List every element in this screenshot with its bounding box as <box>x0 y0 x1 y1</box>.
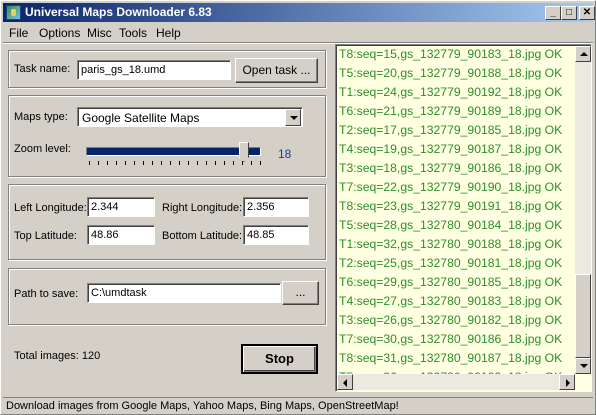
main-window: Universal Maps Downloader 6.83 _ □ ✕ Fil… <box>0 0 596 415</box>
log-line: T7:seq=22,gs_132779_90190_18.jpg OK <box>339 180 563 194</box>
total-images-label: Total images: 120 <box>14 350 101 362</box>
top-latitude-label: Top Latitude: <box>14 230 77 242</box>
right-longitude-label: Right Longitude: <box>162 202 243 214</box>
browse-button[interactable]: ... <box>282 281 319 305</box>
log-line: T5:seq=28,gs_132780_90184_18.jpg OK <box>339 218 563 232</box>
menu-bar: File Options Misc Tools Help <box>3 23 593 42</box>
chevron-down-icon[interactable] <box>285 109 301 126</box>
log-line: T7:seq=30,gs_132780_90186_18.jpg OK <box>339 332 563 346</box>
maximize-button[interactable]: □ <box>561 6 577 20</box>
slider-tick <box>89 161 90 165</box>
slider-tick <box>197 161 198 165</box>
slider-tick <box>170 161 171 165</box>
log-line: T5:seq=20,gs_132779_90188_18.jpg OK <box>339 66 563 80</box>
slider-tick <box>215 161 216 165</box>
slider-tick <box>161 161 162 165</box>
scroll-thumb[interactable] <box>575 274 591 358</box>
zoom-level-value: 18 <box>278 147 292 161</box>
menu-tools[interactable]: Tools <box>119 26 147 40</box>
globe-app-icon <box>6 5 21 20</box>
slider-tick <box>188 161 189 165</box>
title-bar[interactable]: Universal Maps Downloader 6.83 _ □ ✕ <box>3 3 595 22</box>
slider-tick <box>179 161 180 165</box>
log-line: T3:seq=26,gs_132780_90182_18.jpg OK <box>339 313 563 327</box>
slider-tick <box>251 161 252 165</box>
log-line: T2:seq=25,gs_132780_90181_18.jpg OK <box>339 256 563 270</box>
slider-tick <box>224 161 225 165</box>
stop-button[interactable]: Stop <box>241 344 318 374</box>
slider-tick <box>233 161 234 165</box>
slider-tick <box>125 161 126 165</box>
log-line: T6:seq=29,gs_132780_90185_18.jpg OK <box>339 275 563 289</box>
slider-tick <box>206 161 207 165</box>
top-latitude-input[interactable]: 48.86 <box>87 225 155 245</box>
log-horizontal-scrollbar[interactable] <box>337 374 575 390</box>
log-line: T3:seq=18,gs_132779_90186_18.jpg OK <box>339 161 563 175</box>
zoom-slider-track[interactable] <box>86 147 261 156</box>
maps-type-label: Maps type: <box>14 111 68 123</box>
close-button[interactable]: ✕ <box>579 6 595 20</box>
slider-tick <box>107 161 108 165</box>
log-line: T1:seq=32,gs_132780_90188_18.jpg OK <box>339 237 563 251</box>
menu-options[interactable]: Options <box>39 26 80 40</box>
slider-tick <box>152 161 153 165</box>
bottom-latitude-input[interactable]: 48.85 <box>243 225 309 245</box>
log-line: T2:seq=17,gs_132779_90185_18.jpg OK <box>339 123 563 137</box>
log-line: T8:seq=31,gs_132780_90187_18.jpg OK <box>339 351 563 365</box>
slider-tick <box>134 161 135 165</box>
slider-tick <box>98 161 99 165</box>
task-name-input[interactable]: paris_gs_18.umd <box>77 60 231 80</box>
log-line: T4:seq=27,gs_132780_90183_18.jpg OK <box>339 294 563 308</box>
log-vertical-scrollbar[interactable] <box>575 46 591 374</box>
menu-misc[interactable]: Misc <box>87 26 112 40</box>
scroll-left-arrow-icon[interactable] <box>337 374 353 390</box>
log-line: T8:seq=15,gs_132779_90183_18.jpg OK <box>339 47 563 61</box>
slider-tick <box>116 161 117 165</box>
scroll-up-arrow-icon[interactable] <box>575 46 591 62</box>
path-to-save-input[interactable]: C:\umdtask <box>87 283 281 303</box>
log-line: T1:seq=24,gs_132779_90192_18.jpg OK <box>339 85 563 99</box>
maps-type-value: Google Satellite Maps <box>82 111 200 125</box>
download-log[interactable]: T8:seq=15,gs_132779_90183_18.jpg OK T5:se… <box>335 44 592 392</box>
menu-help[interactable]: Help <box>156 26 181 40</box>
slider-tick <box>242 161 243 165</box>
status-text: Download images from Google Maps, Yahoo … <box>6 400 399 412</box>
slider-tick <box>143 161 144 165</box>
scroll-down-arrow-icon[interactable] <box>575 358 591 374</box>
path-to-save-label: Path to save: <box>14 288 79 300</box>
window-title: Universal Maps Downloader 6.83 <box>25 5 212 19</box>
zoom-level-label: Zoom level: <box>14 143 71 155</box>
scroll-right-arrow-icon[interactable] <box>559 374 575 390</box>
coordinates-group <box>8 184 326 260</box>
task-name-label: Task name: <box>14 63 71 75</box>
maps-type-select[interactable]: Google Satellite Maps <box>77 107 303 127</box>
log-line: T4:seq=19,gs_132779_90187_18.jpg OK <box>339 142 563 156</box>
status-bar: Download images from Google Maps, Yahoo … <box>3 397 593 414</box>
bottom-latitude-label: Bottom Latitude: <box>162 230 243 242</box>
left-longitude-label: Left Longitude: <box>14 202 87 214</box>
right-longitude-input[interactable]: 2.356 <box>243 197 309 217</box>
log-line: T8:seq=23,gs_132779_90191_18.jpg OK <box>339 199 563 213</box>
left-longitude-input[interactable]: 2.344 <box>87 197 155 217</box>
log-line: T6:seq=21,gs_132779_90189_18.jpg OK <box>339 104 563 118</box>
open-task-button[interactable]: Open task ... <box>235 58 318 83</box>
menu-file[interactable]: File <box>9 26 28 40</box>
slider-tick <box>260 161 261 165</box>
minimize-button[interactable]: _ <box>545 6 561 20</box>
